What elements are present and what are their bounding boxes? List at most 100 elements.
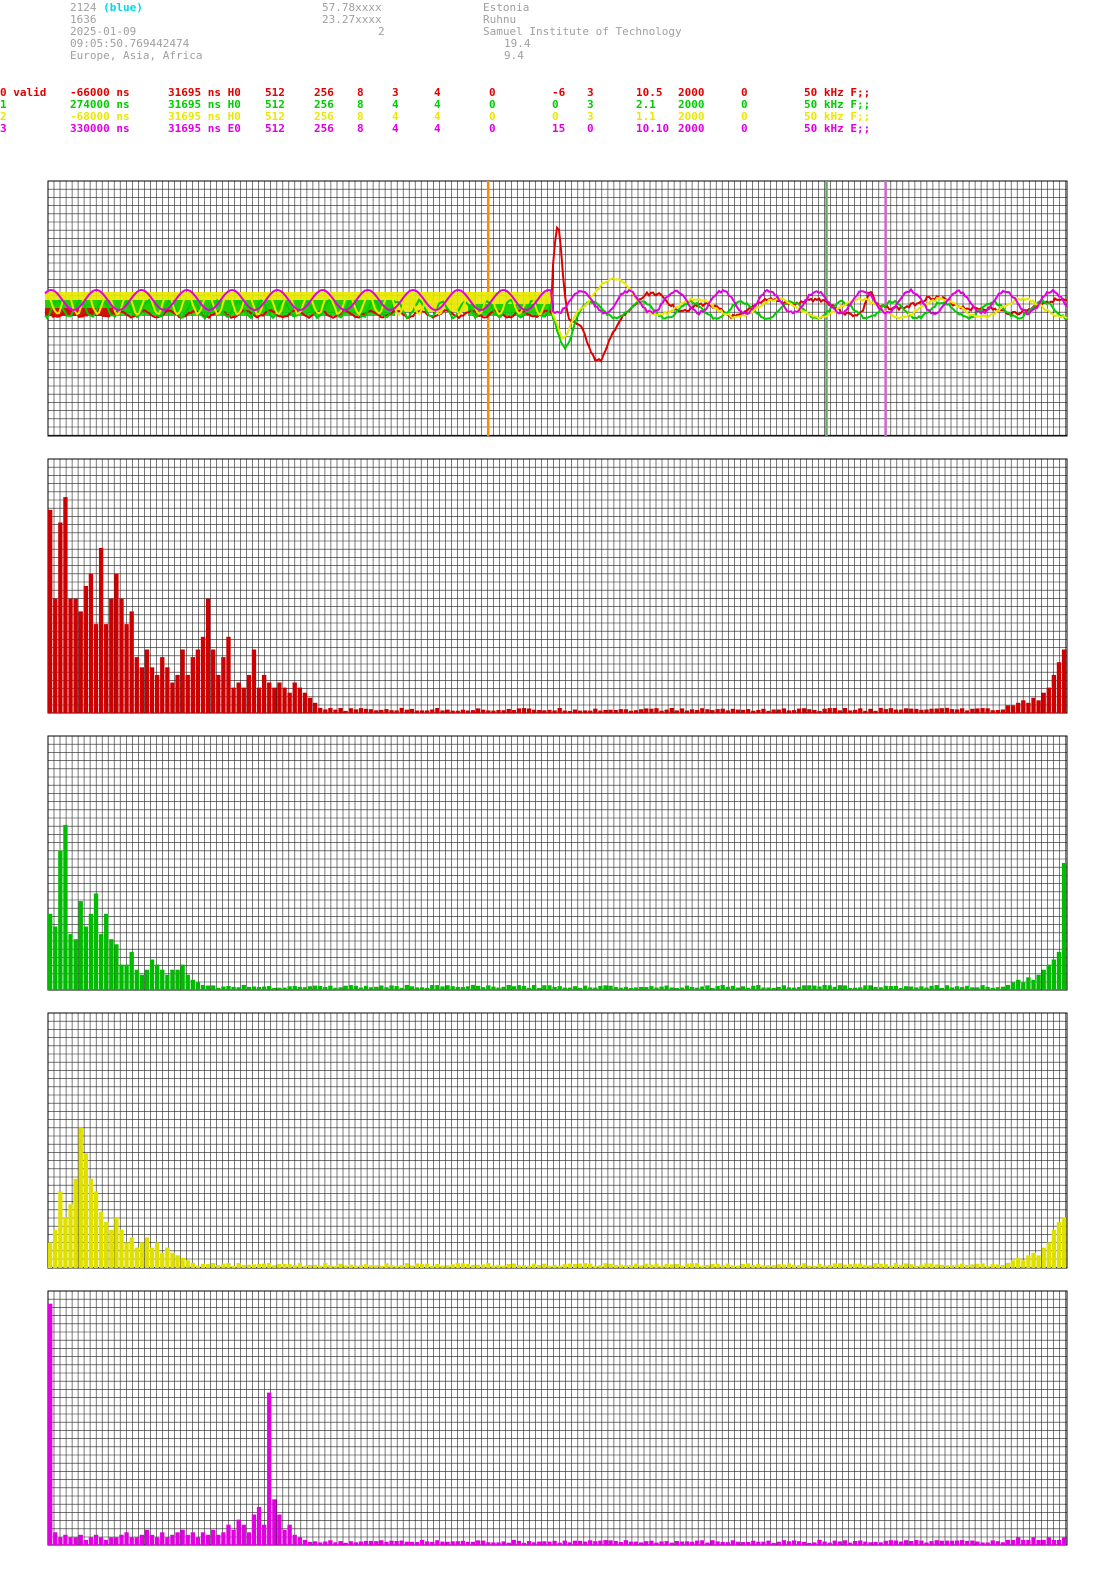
spectrum-bar: [211, 1263, 216, 1268]
spectrum-bar: [639, 1542, 644, 1545]
spectrum-bar: [307, 1265, 313, 1268]
spectrum-bar: [960, 987, 965, 990]
spectrum-bar: [970, 987, 975, 990]
spectrum-bar: [853, 709, 858, 713]
spectrum-bar: [863, 1541, 868, 1545]
spectrum-bar: [368, 1540, 374, 1545]
spectrum-bar: [139, 667, 145, 713]
spectrum-bar: [715, 1263, 720, 1268]
spectrum-bar: [323, 987, 328, 990]
spectrum-bar: [786, 1541, 792, 1545]
spectrum-bar: [603, 709, 608, 713]
spectrum-bar: [613, 1541, 618, 1545]
spectrum-bar: [170, 1252, 175, 1268]
spectrum-bar: [791, 1264, 797, 1268]
spectrum-bar: [261, 674, 267, 713]
spectrum-bar: [832, 986, 837, 990]
spectrum-bar: [68, 934, 73, 990]
spectrum-bar: [318, 1265, 323, 1268]
spectrum-bar: [593, 1265, 598, 1268]
spectrum-bar: [190, 1262, 195, 1268]
spectrum-bar: [491, 1265, 496, 1268]
spectrum-bar: [78, 1127, 83, 1269]
spectrum-bar: [557, 986, 562, 990]
spectrum-bar: [272, 687, 277, 713]
spectrum-bar: [144, 649, 150, 713]
spectrum-bar: [328, 1540, 333, 1545]
spectrum-bar: [552, 986, 557, 990]
spectrum-bar: [48, 1303, 53, 1545]
spectrum-bar: [1026, 702, 1031, 713]
spectrum-bar: [644, 987, 649, 990]
spectrum-bar: [114, 1217, 119, 1268]
spectrum-bar: [312, 1541, 318, 1545]
spectrum-bar: [404, 984, 409, 990]
spectrum-bar: [847, 1542, 853, 1545]
spectrum-bar: [318, 986, 323, 990]
spectrum-bar: [674, 1263, 680, 1268]
spectrum-bar: [684, 1263, 690, 1268]
spectrum-bar: [511, 1539, 516, 1545]
spectrum-bar: [623, 986, 629, 990]
spectrum-bar: [975, 1541, 980, 1545]
spectrum-bar: [450, 986, 455, 990]
spectrum-bar: [68, 1537, 73, 1545]
spectrum-bar: [63, 824, 68, 990]
spectrum-bar: [695, 710, 700, 713]
spectrum-bar: [562, 1540, 567, 1545]
spectrum-bar: [603, 985, 608, 990]
spectrum-bar: [990, 710, 995, 713]
spectrum-bar: [710, 1540, 715, 1545]
spectrum-bar: [374, 1541, 379, 1545]
spectrum-bar: [669, 1542, 674, 1545]
spectrum-bar: [455, 986, 460, 990]
spectrum-bar: [898, 987, 904, 990]
spectrum-bar: [78, 611, 83, 713]
spectrum-bar: [567, 1263, 573, 1268]
spectrum-bar: [48, 1242, 53, 1268]
spectrum-bar: [231, 1265, 236, 1268]
spectrum-bar: [582, 985, 588, 990]
spectrum-bar: [674, 710, 680, 713]
spectrum-bar: [333, 709, 338, 713]
spectrum-bar: [445, 1541, 450, 1545]
spectrum-bar: [730, 708, 736, 713]
spectrum-bar: [470, 710, 476, 713]
spectrum-bar: [883, 709, 888, 713]
spectrum-bar: [455, 710, 460, 713]
spectrum-bar: [506, 1264, 511, 1268]
spectrum-bar: [1005, 705, 1011, 713]
spectrum-bar: [730, 1540, 736, 1545]
spectrum-bar: [827, 1264, 832, 1268]
spectrum-bar: [68, 1204, 73, 1269]
spectrum-bar: [552, 1264, 557, 1268]
spectrum-bar: [58, 522, 63, 713]
spectrum-bar: [256, 687, 262, 713]
spectrum-bar: [842, 1264, 848, 1268]
spectrum-bar: [170, 969, 175, 990]
spectrum-bar: [1010, 1260, 1016, 1268]
spectrum-bar: [786, 1263, 792, 1268]
spectrum-bar: [873, 986, 878, 990]
spectrum-bar: [521, 1542, 527, 1545]
spectrum-bar: [114, 573, 119, 713]
spectrum-bar: [791, 710, 797, 713]
spectrum-bar: [786, 987, 792, 990]
spectrum-bar: [425, 1541, 430, 1545]
spectrum-bar: [124, 1242, 129, 1268]
spectrum-bar: [419, 1264, 425, 1268]
spectrum-bar: [837, 710, 843, 713]
spectrum-bar: [1026, 1539, 1031, 1545]
spectrum-bar: [399, 1540, 404, 1545]
spectrum-bar: [628, 710, 634, 713]
spectrum-bar: [832, 1263, 837, 1268]
spectrum-bar: [858, 1540, 863, 1545]
spectrum-bar: [1021, 982, 1026, 990]
spectrum-bar: [48, 913, 53, 990]
spectrum-bar: [837, 1263, 843, 1268]
spectrum-bar: [868, 985, 873, 990]
spectrum-bar: [954, 709, 960, 713]
spectrum-bar: [430, 985, 435, 990]
spectrum-bar: [180, 1257, 185, 1268]
spectrum-bar: [465, 710, 471, 713]
